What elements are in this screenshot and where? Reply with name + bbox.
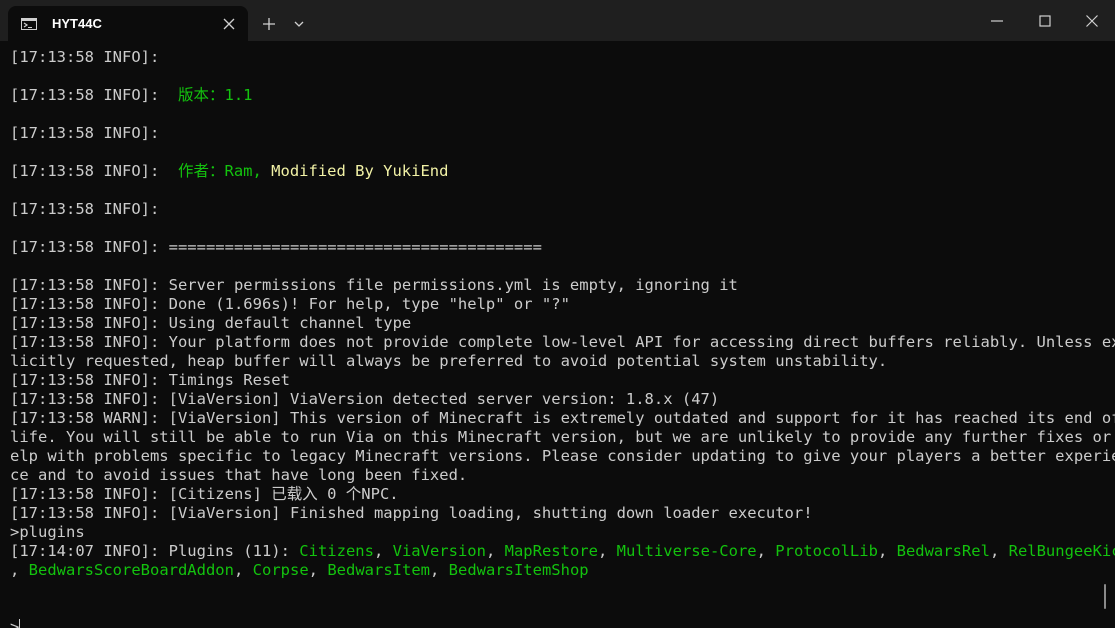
- terminal-text: Corpse: [252, 561, 309, 579]
- terminal-line: life. You will still be able to run Via …: [10, 428, 1111, 447]
- terminal-text: BedwarsItem: [327, 561, 430, 579]
- terminal-line: [17:13:58 INFO]: Using default channel t…: [10, 314, 1100, 333]
- terminal-line: [17:13:58 INFO]: =======================…: [10, 238, 1100, 257]
- terminal-line: [17:14:07 INFO]: Plugins (11): Citizens,…: [10, 542, 1115, 561]
- terminal-line: >: [10, 618, 1100, 628]
- terminal-text: 版本：1.1: [177, 86, 253, 104]
- terminal-text: [17:13:58 INFO]: =======================…: [10, 238, 542, 256]
- terminal-line: [17:13:58 INFO]: [Citizens] 已载入 0 个NPC.: [10, 485, 1100, 504]
- terminal-text: ,: [308, 561, 328, 579]
- maximize-icon[interactable]: [1038, 14, 1052, 28]
- terminal-text: elp with problems specific to legacy Min…: [10, 447, 1115, 465]
- terminal-tab[interactable]: HYT44C: [8, 6, 248, 41]
- tab-title: HYT44C: [52, 16, 102, 31]
- terminal-line: [17:13:58 INFO]:: [10, 48, 1100, 67]
- terminal-text: [17:13:58 INFO]:: [10, 86, 178, 104]
- terminal-text: [17:13:58 INFO]: [ViaVersion] ViaVersion…: [10, 390, 720, 408]
- terminal-line: elp with problems specific to legacy Min…: [10, 447, 1115, 466]
- terminal-text: Citizens: [299, 542, 374, 560]
- close-icon[interactable]: [222, 17, 236, 31]
- terminal-line: licitly requested, heap buffer will alwa…: [10, 352, 1100, 371]
- plus-icon[interactable]: [262, 17, 276, 31]
- minimize-icon[interactable]: [990, 14, 1004, 28]
- terminal-text: [17:13:58 INFO]: Using default channel t…: [10, 314, 412, 332]
- terminal-line: [17:13:58 INFO]:: [10, 124, 1100, 143]
- terminal-text: [17:13:58 INFO]: Done (1.696s)! For help…: [10, 295, 570, 313]
- terminal-line: [17:13:58 INFO]: Timings Reset: [10, 371, 1100, 390]
- text-cursor: [19, 619, 21, 628]
- chevron-down-icon[interactable]: [293, 19, 305, 29]
- terminal-text: MapRestore: [504, 542, 598, 560]
- title-bar: HYT44C: [0, 0, 1115, 41]
- terminal-text: [17:14:07 INFO]: Plugins (11):: [10, 542, 300, 560]
- terminal-line: >plugins: [10, 523, 1100, 542]
- terminal-line: [17:13:58 INFO]: [ViaVersion] Finished m…: [10, 504, 1100, 523]
- terminal-text: ,: [877, 542, 897, 560]
- terminal-text: Modified By YukiEnd: [271, 162, 449, 180]
- terminal-text: ProtocolLib: [775, 542, 878, 560]
- terminal-line: ce and to avoid issues that have long be…: [10, 466, 1100, 485]
- terminal-line: [17:13:58 WARN]: [ViaVersion] This versi…: [10, 409, 1115, 428]
- terminal-text: [17:13:58 INFO]:: [10, 200, 160, 218]
- terminal-text: Multiverse-Core: [616, 542, 757, 560]
- terminal-line: , BedwarsScoreBoardAddon, Corpse, Bedwar…: [10, 561, 1100, 580]
- scrollbar-thumb[interactable]: [1104, 584, 1106, 609]
- terminal-text: >plugins: [10, 523, 85, 541]
- terminal-text: life. You will still be able to run Via …: [10, 428, 1115, 446]
- terminal-text: ViaVersion: [392, 542, 486, 560]
- terminal-text: [17:13:58 INFO]: [ViaVersion] Finished m…: [10, 504, 813, 522]
- terminal-output[interactable]: [17:13:58 INFO]: [17:13:58 INFO]: 版本：1.1[…: [10, 48, 1115, 628]
- terminal-text: 作者：Ram,: [177, 162, 272, 180]
- terminal-line: [17:13:58 INFO]:: [10, 200, 1100, 219]
- terminal-text: ,: [233, 561, 253, 579]
- terminal-line: [17:13:58 INFO]: Your platform does not …: [10, 333, 1115, 352]
- terminal-line: [17:13:58 INFO]: 作者：Ram, Modified By Yuk…: [10, 162, 1100, 181]
- terminal-text: [17:13:58 INFO]: Server permissions file…: [10, 276, 738, 294]
- terminal-text: BedwarsScoreBoardAddon: [28, 561, 234, 579]
- terminal-text: [17:13:58 INFO]: [Citizens] 已载入 0 个NPC.: [10, 485, 399, 503]
- terminal-text: ce and to avoid issues that have long be…: [10, 466, 468, 484]
- terminal-text: >: [10, 618, 20, 628]
- terminal-text: ,: [373, 542, 393, 560]
- terminal-line: [17:13:58 INFO]: Server permissions file…: [10, 276, 1100, 295]
- terminal-text: ,: [10, 561, 29, 579]
- terminal-line: [17:13:58 INFO]: 版本：1.1: [10, 86, 1100, 105]
- terminal-text: [17:13:58 INFO]: Your platform does not …: [10, 333, 1115, 351]
- terminal-text: ,: [429, 561, 449, 579]
- terminal-line: [17:13:58 INFO]: [ViaVersion] ViaVersion…: [10, 390, 1100, 409]
- terminal-text: ,: [756, 542, 776, 560]
- terminal-text: BedwarsItemShop: [448, 561, 589, 579]
- terminal-text: licitly requested, heap buffer will alwa…: [10, 352, 888, 370]
- terminal-text: RelBungeeKick: [1008, 542, 1115, 560]
- terminal-line: [17:13:58 INFO]: Done (1.696s)! For help…: [10, 295, 1100, 314]
- terminal-text: ,: [597, 542, 617, 560]
- terminal-window: HYT44C [17:13:58 INFO]: [17:13:58 INFO]: …: [0, 0, 1115, 628]
- close-icon[interactable]: [1085, 14, 1099, 28]
- terminal-text: ,: [989, 542, 1009, 560]
- terminal-text: [17:13:58 INFO]:: [10, 124, 160, 142]
- terminal-text: ,: [485, 542, 505, 560]
- terminal-icon: [21, 18, 37, 30]
- terminal-text: [17:13:58 INFO]: Timings Reset: [10, 371, 290, 389]
- terminal-text: BedwarsRel: [896, 542, 990, 560]
- terminal-text: [17:13:58 INFO]:: [10, 162, 178, 180]
- terminal-text: [17:13:58 WARN]: [ViaVersion] This versi…: [10, 409, 1115, 427]
- terminal-text: [17:13:58 INFO]:: [10, 48, 160, 66]
